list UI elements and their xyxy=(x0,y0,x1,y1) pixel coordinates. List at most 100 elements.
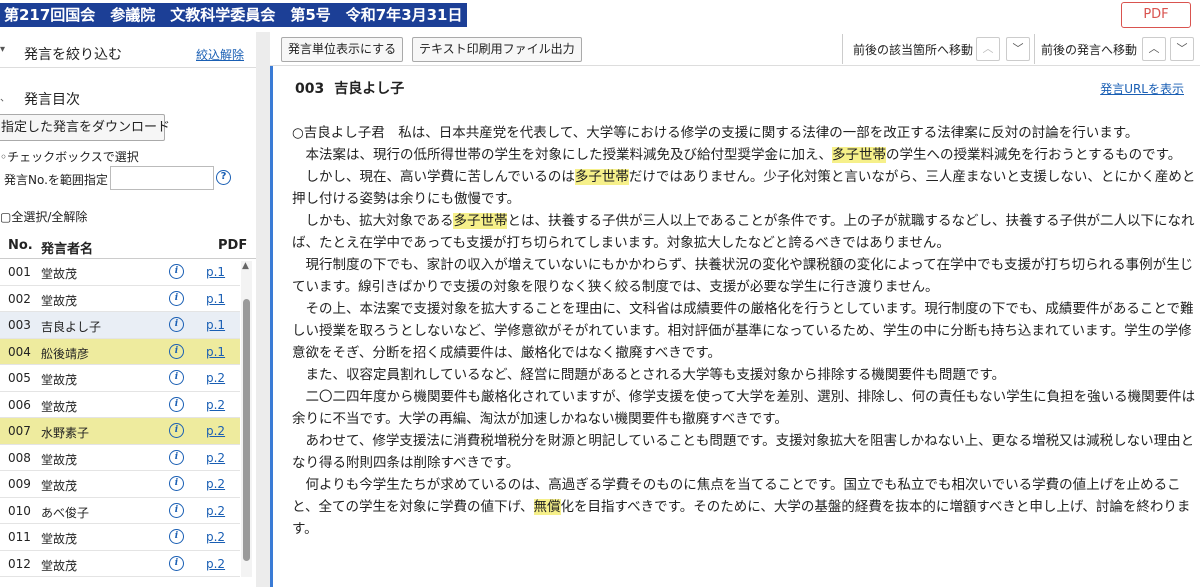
speech-list-speaker[interactable]: 堂故茂 xyxy=(41,371,77,388)
speech-list-no: 001 xyxy=(8,265,31,279)
speech-list-row[interactable]: 003 吉良よし子 i p.1 xyxy=(0,312,240,339)
filter-clear-link[interactable]: 絞込解除 xyxy=(196,46,244,63)
next-match-button[interactable]: ﹀ xyxy=(1006,37,1030,61)
speech-list-pdf-link[interactable]: p.2 xyxy=(206,504,225,518)
page-title: 第217回国会 参議院 文教科学委員会 第5号 令和7年3月31日 xyxy=(0,3,467,27)
speech-list-row[interactable]: 011 堂故茂 i p.2 xyxy=(0,524,240,551)
info-icon[interactable]: i xyxy=(169,555,184,571)
info-icon[interactable]: i xyxy=(169,529,184,544)
unit-display-button[interactable]: 発言単位表示にする xyxy=(281,37,404,62)
next-speech-button[interactable]: ﹀ xyxy=(1170,37,1194,61)
search-highlight: 無償 xyxy=(533,499,561,515)
speech-list-row[interactable]: 009 堂故茂 i p.2 xyxy=(0,471,240,498)
info-icon[interactable]: i xyxy=(169,502,184,518)
download-selected-button[interactable]: 指定した発言をダウンロード xyxy=(0,114,170,141)
text-print-button[interactable]: テキスト印刷用ファイル出力 xyxy=(412,37,582,62)
speech-list-speaker[interactable]: 堂故茂 xyxy=(41,477,77,494)
speech-list-pdf-link[interactable]: p.1 xyxy=(206,292,225,306)
speech-text-run: 本法案は、現行の低所得世帯の学生を対象にした授業料減免及び給付型奨学金に加え、 xyxy=(292,147,832,163)
prev-speech-button[interactable]: ︿ xyxy=(1142,37,1166,61)
speech-list-speaker[interactable]: 水野素子 xyxy=(41,424,89,441)
speech-list-row[interactable]: 005 堂故茂 i p.2 xyxy=(0,365,240,392)
speech-list-speaker[interactable]: 堂故茂 xyxy=(41,530,77,547)
info-icon[interactable]: i xyxy=(169,317,184,332)
panel-divider[interactable] xyxy=(256,32,270,587)
speech-list: 001 堂故茂 i p.1 002 堂故茂 i p.1 003 吉良よし子 i p.1 004 舩後靖彦 i… xyxy=(0,259,240,577)
info-icon[interactable]: i xyxy=(169,476,184,491)
speech-list-no: 007 xyxy=(8,424,31,438)
speech-list-row[interactable]: 004 舩後靖彦 i p.1 xyxy=(0,338,240,365)
speech-list-pdf-link[interactable]: p.2 xyxy=(206,530,225,544)
speech-list-speaker[interactable]: 堂故茂 xyxy=(41,292,77,309)
speech-text-run: 二〇二四年度から機関要件も厳格化されていますが、修学支援を使って大学を差別、選別… xyxy=(292,389,1196,427)
speech-list-no: 008 xyxy=(8,450,31,465)
info-icon[interactable]: i xyxy=(169,370,184,385)
speech-paragraph: 何よりも今学生たちが求めているのは、高過ぎる学費そのものに焦点を当てることです。… xyxy=(292,474,1197,540)
column-speaker: 発言者名 xyxy=(41,242,94,257)
speech-text-run: しかも、拡大対象である xyxy=(292,213,454,229)
speech-text-run: ○吉良よし子君 私は、日本共産党を代表して、大学等における修学の支援に関する法律… xyxy=(292,125,1139,141)
speech-text-run: 現行制度の下でも、家計の収入が増えていないにもかかわらず、扶養状況の変化や課税額… xyxy=(292,257,1194,295)
info-icon[interactable]: i xyxy=(169,264,184,279)
speech-list-row[interactable]: 001 堂故茂 i p.1 xyxy=(0,259,240,286)
speech-text-run: しかし、現在、高い学費に苦しんでいるのは xyxy=(292,169,575,185)
speech-list-scrollbar[interactable]: ▲ xyxy=(241,261,252,577)
chevron-down-icon: ▾ xyxy=(0,44,6,55)
speech-number: 003 xyxy=(295,81,325,97)
speech-list-pdf-link[interactable]: p.1 xyxy=(206,345,225,359)
filter-section-header[interactable]: ▾ 発言を絞り込む 絞込解除 xyxy=(0,38,256,68)
speech-list-row[interactable]: 010 あべ俊子 i p.2 xyxy=(0,498,240,524)
speech-list-row[interactable]: 006 堂故茂 i p.2 xyxy=(0,392,240,418)
info-icon[interactable]: i xyxy=(169,290,184,306)
speech-list-speaker[interactable]: 堂故茂 xyxy=(41,451,77,468)
info-icon[interactable]: i xyxy=(169,423,184,438)
range-input[interactable] xyxy=(110,166,214,190)
speech-paragraph: ○吉良よし子君 私は、日本共産党を代表して、大学等における修学の支援に関する法律… xyxy=(292,122,1197,144)
speech-list-pdf-link[interactable]: p.2 xyxy=(206,398,225,412)
speech-list-pdf-link[interactable]: p.1 xyxy=(206,265,225,279)
help-icon[interactable]: ? xyxy=(216,170,231,185)
speech-list-row[interactable]: 007 水野素子 i p.2 xyxy=(0,418,240,445)
pdf-button[interactable]: PDF xyxy=(1121,2,1191,28)
select-all-toggle[interactable]: ▢全選択/全解除 xyxy=(0,208,87,225)
search-highlight: 多子世帯 xyxy=(574,169,629,185)
speech-list-pdf-link[interactable]: p.2 xyxy=(206,557,225,571)
speech-list-pdf-link[interactable]: p.2 xyxy=(206,451,225,465)
search-highlight: 多子世帯 xyxy=(453,213,508,229)
speech-list-no: 011 xyxy=(8,530,31,544)
speech-list-no: 002 xyxy=(8,291,31,306)
speech-list-row[interactable]: 012 堂故茂 i p.2 xyxy=(0,551,240,577)
speech-list-row[interactable]: 002 堂故茂 i p.1 xyxy=(0,286,240,312)
speech-list-speaker[interactable]: 堂故茂 xyxy=(41,398,77,415)
speech-list-speaker[interactable]: 堂故茂 xyxy=(41,557,77,574)
speech-list-speaker[interactable]: あべ俊子 xyxy=(41,504,89,521)
speech-list-pdf-link[interactable]: p.2 xyxy=(206,424,225,438)
chevron-down-icon: 、 xyxy=(0,93,10,104)
prev-match-button[interactable]: ︿ xyxy=(976,37,1000,61)
speech-list-no: 006 xyxy=(8,397,31,412)
toc-label: 発言目次 xyxy=(24,92,80,108)
speech-text-run: の学生への授業料減免を行おうとするものです。 xyxy=(886,147,1182,163)
speech-content: 003 吉良よし子 発言URLを表示 ○吉良よし子君 私は、日本共産党を代表して、… xyxy=(270,66,1200,587)
speech-list-row[interactable]: 008 堂故茂 i p.2 xyxy=(0,445,240,471)
info-icon[interactable]: i xyxy=(169,396,184,412)
scrollbar-thumb[interactable] xyxy=(243,299,250,561)
speech-list-speaker[interactable]: 舩後靖彦 xyxy=(41,345,89,362)
checkbox-select-option[interactable]: ◦チェックボックスで選択 xyxy=(0,148,139,165)
info-icon[interactable]: i xyxy=(169,449,184,465)
speech-list-pdf-link[interactable]: p.1 xyxy=(206,318,225,332)
speech-url-link[interactable]: 発言URLを表示 xyxy=(1100,80,1184,97)
speech-list-speaker[interactable]: 吉良よし子 xyxy=(41,318,101,335)
speech-text-run: その上、本法案で支援対象を拡大することを理由に、文科省は成績要件の厳格化を行うと… xyxy=(292,301,1194,361)
speech-paragraph: しかし、現在、高い学費に苦しんでいるのは多子世帯だけではありません。少子化対策と… xyxy=(292,166,1197,210)
scroll-up-icon[interactable]: ▲ xyxy=(242,261,249,271)
range-select-row: 発言No.を範囲指定 ? xyxy=(0,166,256,192)
speech-list-pdf-link[interactable]: p.2 xyxy=(206,477,225,491)
speech-list-pdf-link[interactable]: p.2 xyxy=(206,371,225,385)
speech-list-speaker[interactable]: 堂故茂 xyxy=(41,265,77,282)
speech-list-no: 005 xyxy=(8,371,31,385)
speech-list-no: 003 xyxy=(8,318,31,332)
speech-paragraph: 本法案は、現行の低所得世帯の学生を対象にした授業料減免及び給付型奨学金に加え、多… xyxy=(292,144,1197,166)
speech-list-no: 010 xyxy=(8,503,31,518)
info-icon[interactable]: i xyxy=(169,343,184,359)
